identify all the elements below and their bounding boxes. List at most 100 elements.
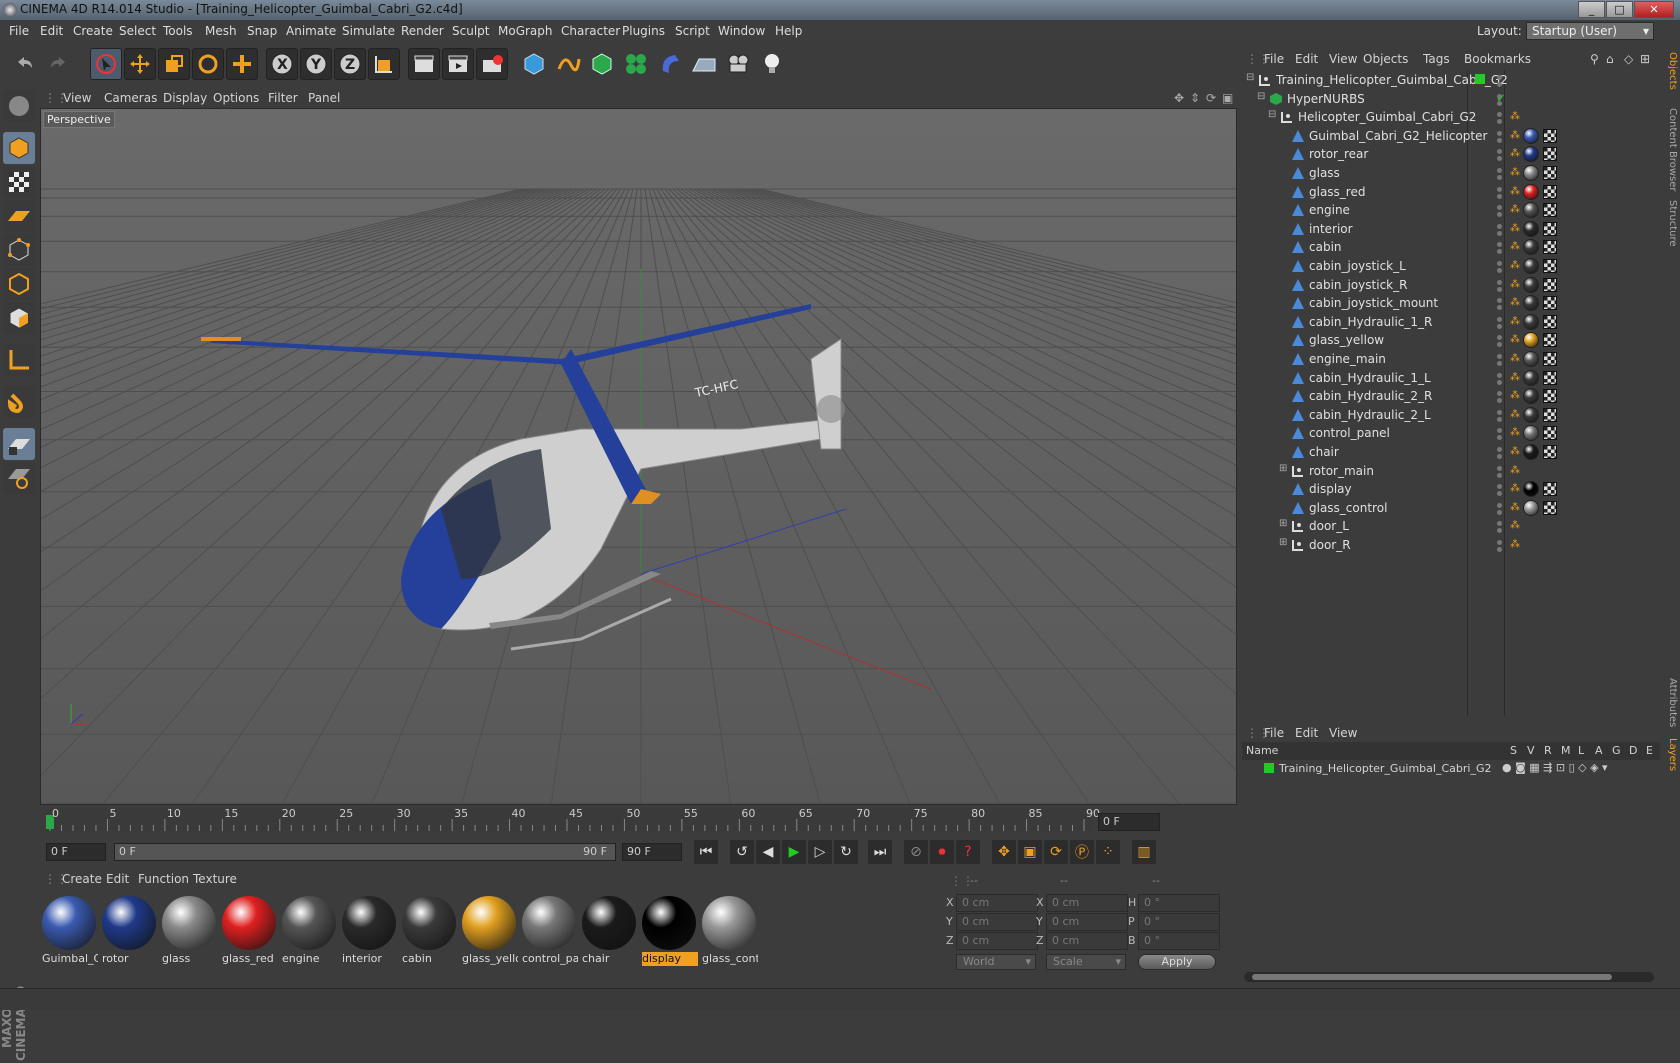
visibility-dots[interactable]: [1492, 407, 1506, 423]
undo-button[interactable]: [8, 48, 40, 80]
menu-animate[interactable]: Animate: [286, 24, 336, 38]
add-tool-button[interactable]: [226, 48, 258, 80]
object-row[interactable]: ⊞ door_L ⁂: [1242, 516, 1660, 536]
viewport-rotate-icon[interactable]: ⟳: [1206, 91, 1216, 105]
layer-menu-edit[interactable]: Edit: [1295, 726, 1318, 740]
tab-layers[interactable]: Layers: [1662, 738, 1678, 771]
visibility-dots[interactable]: [1492, 277, 1506, 293]
key-position-button[interactable]: ✥: [992, 840, 1016, 864]
material-tag-icon[interactable]: [1523, 127, 1539, 144]
menu-character[interactable]: Character: [561, 24, 620, 38]
phong-tag-icon[interactable]: ⁂: [1510, 353, 1520, 365]
previous-key-button[interactable]: ↺: [730, 840, 754, 864]
texture-mode-button[interactable]: [3, 166, 35, 198]
key-parameter-button[interactable]: Ⓟ: [1070, 840, 1094, 864]
visibility-dots[interactable]: [1492, 165, 1506, 181]
phong-tag-icon[interactable]: ⁂: [1510, 316, 1520, 328]
viewport-menu-panel[interactable]: Panel: [308, 91, 340, 105]
coord-value-field[interactable]: 0 cm: [956, 913, 1038, 931]
viewport-scale-icon[interactable]: ⇕: [1190, 91, 1200, 105]
phong-tag-icon[interactable]: ⁂: [1510, 186, 1520, 198]
uvw-tag-icon[interactable]: [1543, 259, 1557, 273]
object-row[interactable]: cabin_Hydraulic_2_R ⁂: [1242, 386, 1660, 406]
object-name[interactable]: cabin_joystick_R: [1309, 278, 1407, 292]
up-arrow-icon[interactable]: ◇: [1624, 52, 1633, 66]
menu-window[interactable]: Window: [718, 24, 765, 38]
object-name[interactable]: cabin_joystick_mount: [1309, 296, 1438, 310]
visibility-dots[interactable]: [1492, 370, 1506, 386]
render-view-button[interactable]: [408, 48, 440, 80]
menu-mograph[interactable]: MoGraph: [498, 24, 553, 38]
key-scale-button[interactable]: ▣: [1018, 840, 1042, 864]
uvw-tag-icon[interactable]: [1543, 426, 1557, 441]
object-row[interactable]: ⊞ door_R ⁂: [1242, 535, 1660, 555]
max-frame-field[interactable]: 90 F: [622, 843, 682, 861]
make-editable-button[interactable]: [3, 90, 35, 122]
layer-column-header[interactable]: E: [1646, 744, 1653, 757]
phong-tag-icon[interactable]: ⁂: [1510, 130, 1520, 142]
render-picture-viewer-button[interactable]: [442, 48, 474, 80]
visibility-dots[interactable]: [1492, 500, 1506, 516]
phong-tag-icon[interactable]: ⁂: [1510, 279, 1520, 291]
phong-tag-icon[interactable]: ⁂: [1510, 539, 1520, 551]
polygons-mode-button[interactable]: [3, 302, 35, 334]
camera-button[interactable]: [722, 48, 754, 80]
object-name[interactable]: rotor_rear: [1309, 147, 1368, 161]
perspective-viewport[interactable]: TC-HFC Perspective: [40, 108, 1237, 805]
expand-icon[interactable]: ⊞: [1279, 518, 1287, 529]
visibility-dots[interactable]: [1492, 239, 1506, 255]
phong-tag-icon[interactable]: ⁂: [1510, 260, 1520, 272]
object-row[interactable]: glass ⁂: [1242, 163, 1660, 183]
material-tag-icon[interactable]: [1523, 276, 1539, 293]
locked-workplane-button[interactable]: [3, 462, 35, 494]
object-row[interactable]: cabin_joystick_R ⁂: [1242, 275, 1660, 295]
phong-tag-icon[interactable]: ⁂: [1510, 167, 1520, 179]
timeline-ruler[interactable]: 0 5 10 15 20 25 30 35 40 45 50 55 60 65 70 75 80 85 90 0 F: [38, 805, 1238, 837]
object-name[interactable]: HyperNURBS: [1287, 92, 1365, 106]
object-row[interactable]: interior ⁂: [1242, 219, 1660, 239]
material-swatch[interactable]: rotor: [100, 894, 158, 966]
coordinate-system-button[interactable]: [368, 48, 400, 80]
object-name[interactable]: chair: [1309, 445, 1339, 459]
viewport-move-icon[interactable]: ✥: [1174, 91, 1184, 105]
viewport-menu-options[interactable]: Options: [213, 91, 259, 105]
object-row[interactable]: glass_yellow ⁂: [1242, 330, 1660, 350]
viewport-menu-display[interactable]: Display: [163, 91, 207, 105]
go-to-end-button[interactable]: ⏭: [868, 840, 892, 864]
viewport-menu-filter[interactable]: Filter: [268, 91, 298, 105]
coord-value-field[interactable]: 0 cm: [1046, 894, 1128, 912]
object-row[interactable]: rotor_rear ⁂: [1242, 144, 1660, 164]
coord-value-field[interactable]: 0 °: [1138, 932, 1220, 950]
object-name[interactable]: cabin_joystick_L: [1309, 259, 1406, 273]
visibility-dots[interactable]: [1492, 425, 1506, 441]
object-name[interactable]: cabin_Hydraulic_1_L: [1309, 371, 1431, 385]
layer-color-swatch[interactable]: [1264, 763, 1274, 773]
uvw-tag-icon[interactable]: [1543, 203, 1557, 218]
menu-help[interactable]: Help: [775, 24, 802, 38]
visibility-dots[interactable]: [1492, 314, 1506, 330]
uvw-tag-icon[interactable]: [1543, 184, 1557, 199]
light-button[interactable]: [756, 48, 788, 80]
key-rotation-button[interactable]: ⟳: [1044, 840, 1068, 864]
visibility-dots[interactable]: [1492, 72, 1506, 88]
material-menu-create[interactable]: Create: [62, 872, 102, 886]
object-name[interactable]: cabin_Hydraulic_1_R: [1309, 315, 1432, 329]
material-tag-icon[interactable]: [1523, 369, 1539, 386]
timeline-end-field[interactable]: 0 F: [1098, 813, 1160, 831]
material-tag-icon[interactable]: [1523, 499, 1539, 516]
visibility-dots[interactable]: [1492, 388, 1506, 404]
viewport-menu-cameras[interactable]: Cameras: [104, 91, 157, 105]
uvw-tag-icon[interactable]: [1543, 166, 1557, 180]
object-row[interactable]: cabin ⁂: [1242, 237, 1660, 257]
tweak-mode-button[interactable]: [3, 386, 35, 418]
tab-objects[interactable]: Objects: [1662, 52, 1678, 90]
timeline-window-button[interactable]: ▥: [1132, 840, 1156, 864]
object-name[interactable]: Training_Helicopter_Guimbal_Cabri_G2: [1276, 73, 1508, 87]
snap-enable-button[interactable]: [3, 428, 35, 460]
material-tag-icon[interactable]: [1523, 332, 1539, 349]
expand-icon[interactable]: ⊞: [1279, 463, 1287, 474]
material-tag-icon[interactable]: [1523, 425, 1539, 442]
maximize-button[interactable]: □: [1606, 1, 1633, 18]
size-mode-select[interactable]: Scale ▾: [1046, 954, 1126, 970]
material-tag-icon[interactable]: [1523, 165, 1539, 181]
